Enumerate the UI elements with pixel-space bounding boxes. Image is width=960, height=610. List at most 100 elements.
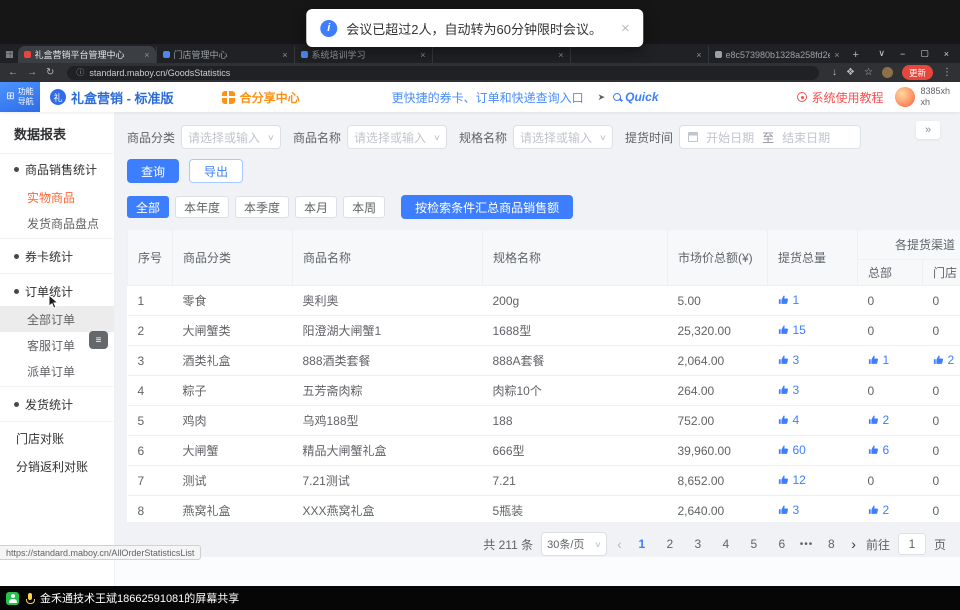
pickup-count-link[interactable]: 3: [778, 383, 800, 397]
tab-close-icon[interactable]: ×: [696, 50, 701, 60]
page-button-5[interactable]: 5: [744, 537, 764, 551]
reload-icon[interactable]: ↻: [46, 67, 54, 78]
chevron-down-icon: ∨: [267, 133, 275, 142]
select-placeholder: 请选择或输入: [520, 129, 592, 146]
cell-no: 8: [128, 496, 173, 523]
query-button[interactable]: 查询: [127, 159, 179, 183]
hq-count: 6: [883, 443, 890, 457]
tab-close-icon[interactable]: ×: [558, 50, 563, 60]
category-select[interactable]: 请选择或输入 ∨: [181, 125, 281, 149]
hq-count-link[interactable]: 2: [868, 413, 890, 427]
function-nav-toggle[interactable]: ⊞ 功能导航: [0, 82, 40, 112]
panel-collapse-button[interactable]: »: [916, 121, 940, 139]
browser-tab[interactable]: 门店管理中心 ×: [156, 46, 294, 63]
range-tab-week[interactable]: 本周: [343, 196, 385, 218]
pickup-count-link[interactable]: 12: [778, 473, 806, 487]
tab-close-icon[interactable]: ×: [144, 50, 149, 60]
cell-category: 鸡肉: [173, 406, 293, 436]
prev-page-button[interactable]: ‹: [615, 536, 624, 552]
store-count-link[interactable]: 2: [933, 353, 955, 367]
goto-page-input[interactable]: [898, 533, 926, 555]
divider: [0, 273, 114, 274]
window-minimize-button[interactable]: −: [900, 49, 905, 59]
address-bar[interactable]: ⓘ standard.maboy.cn/GoodsStatistics: [67, 66, 819, 80]
window-close-button[interactable]: ×: [944, 49, 949, 59]
tab-close-icon[interactable]: ×: [834, 50, 839, 60]
filter-pickup-time: 提货时间 开始日期 至 结束日期: [625, 125, 861, 149]
cell-total: 2,640.00: [668, 496, 768, 523]
browser-tab[interactable]: ×: [570, 46, 708, 63]
window-maximize-button[interactable]: ▢: [920, 48, 929, 59]
divider: [0, 238, 114, 239]
col-spec: 规格名称: [483, 230, 668, 286]
browser-profile-avatar[interactable]: [882, 67, 893, 78]
select-placeholder: 请选择或输入: [354, 129, 426, 146]
tab-search-chevron-icon[interactable]: ∨: [878, 48, 885, 59]
site-info-icon[interactable]: ⓘ: [76, 67, 84, 78]
close-icon[interactable]: ×: [621, 20, 630, 37]
quick-entry[interactable]: 更快捷的券卡、订单和快递查询入口 ➤ Quick: [392, 89, 659, 106]
sidebar-item-physical-goods[interactable]: 实物商品: [0, 184, 114, 210]
range-tab-month[interactable]: 本月: [295, 196, 337, 218]
quick-label: Quick: [625, 90, 658, 104]
sidebar-group-goods-sales-stats[interactable]: 商品销售统计: [0, 154, 114, 184]
browser-tab[interactable]: 系统培训学习 ×: [294, 46, 432, 63]
browser-tab[interactable]: ×: [432, 46, 570, 63]
tab-close-icon[interactable]: ×: [282, 50, 287, 60]
pickup-count-link[interactable]: 1: [778, 293, 800, 307]
range-tab-all[interactable]: 全部: [127, 196, 169, 218]
extensions-icon[interactable]: ❖: [846, 67, 855, 78]
hq-count: 1: [883, 353, 890, 367]
page-button-4[interactable]: 4: [716, 537, 736, 551]
new-tab-button[interactable]: +: [853, 49, 859, 61]
pickup-count-link[interactable]: 3: [778, 503, 800, 517]
avatar[interactable]: [895, 87, 915, 107]
link-preview-tooltip: https://standard.maboy.cn/AllOrderStatis…: [0, 545, 201, 560]
page-button-1[interactable]: 1: [632, 537, 652, 551]
page-button-8[interactable]: 8: [821, 537, 841, 551]
page-size-value: 30条/页: [547, 536, 584, 552]
range-tab-quarter[interactable]: 本季度: [235, 196, 289, 218]
sidebar-group-voucher-stats[interactable]: 券卡统计: [0, 241, 114, 271]
date-range-picker[interactable]: 开始日期 至 结束日期: [679, 125, 861, 149]
pickup-count-link[interactable]: 3: [778, 353, 800, 367]
page-button-6[interactable]: 6: [772, 537, 792, 551]
share-center-link[interactable]: 合分享中心: [222, 89, 300, 106]
browser-menu-icon[interactable]: ⋮: [942, 67, 952, 78]
hq-count-link[interactable]: 1: [868, 353, 890, 367]
cell-name: 阳澄湖大闸蟹1: [293, 316, 483, 346]
spec-select[interactable]: 请选择或输入 ∨: [513, 125, 613, 149]
sidebar-group-shipping-stats[interactable]: 发货统计: [0, 389, 114, 419]
bookmark-star-icon[interactable]: ☆: [864, 67, 873, 78]
page-button-2[interactable]: 2: [660, 537, 680, 551]
browser-tab[interactable]: 礼盒营销平台管理中心 ×: [18, 46, 156, 63]
goods-name-select[interactable]: 请选择或输入 ∨: [347, 125, 447, 149]
browser-update-button[interactable]: 更新: [902, 65, 933, 80]
bullet-icon: [14, 167, 19, 172]
pickup-count-link[interactable]: 60: [778, 443, 806, 457]
sidebar-item-shipped-goods-check[interactable]: 发货商品盘点: [0, 210, 114, 236]
user-info[interactable]: 8385xh xh: [920, 86, 950, 108]
hq-count-link[interactable]: 2: [868, 503, 890, 517]
back-icon[interactable]: ←: [8, 67, 18, 78]
summary-button[interactable]: 按检索条件汇总商品销售额: [401, 195, 573, 219]
pickup-count-link[interactable]: 4: [778, 413, 800, 427]
download-icon[interactable]: ↓: [832, 67, 837, 78]
next-page-button[interactable]: ›: [849, 536, 858, 552]
tutorial-link[interactable]: 系统使用教程: [797, 89, 883, 106]
sidebar-item-rebate-reconciliation[interactable]: 分销返利对账: [0, 452, 114, 480]
tab-close-icon[interactable]: ×: [420, 50, 425, 60]
hq-count-link[interactable]: 6: [868, 443, 890, 457]
page-button-3[interactable]: 3: [688, 537, 708, 551]
sidebar-item-dispatch-orders[interactable]: 派单订单: [0, 358, 114, 384]
sidebar-collapse-handle[interactable]: ≡: [89, 331, 108, 349]
range-tab-year[interactable]: 本年度: [175, 196, 229, 218]
forward-icon[interactable]: →: [27, 67, 37, 78]
pages-ellipsis[interactable]: •••: [800, 539, 814, 550]
browser-app-icon[interactable]: ▦: [5, 49, 14, 60]
export-button[interactable]: 导出: [189, 159, 243, 183]
pickup-count-link[interactable]: 15: [778, 323, 806, 337]
page-size-select[interactable]: 30条/页 ∨: [541, 532, 607, 556]
sidebar-item-store-reconciliation[interactable]: 门店对账: [0, 424, 114, 452]
browser-tab[interactable]: e8c573980b1328a258fd2e6l ×: [708, 46, 846, 63]
